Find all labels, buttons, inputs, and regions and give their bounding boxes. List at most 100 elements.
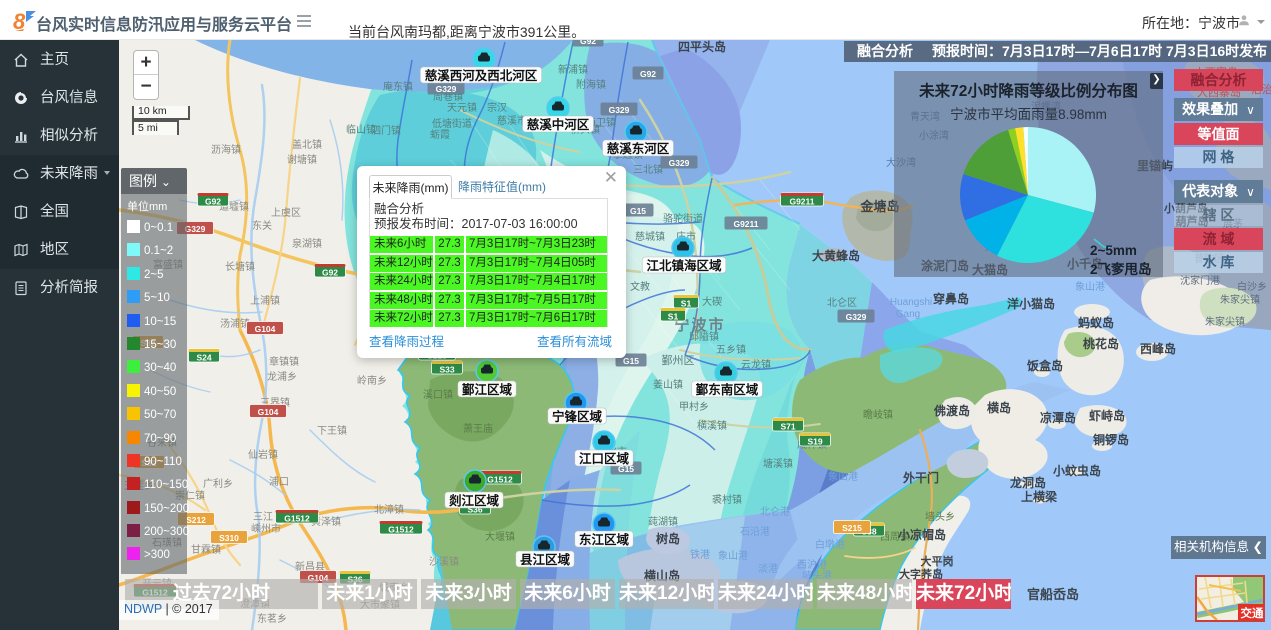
svg-text:新浦镇: 新浦镇: [558, 63, 588, 76]
svg-text:大碶: 大碶: [702, 295, 722, 308]
svg-text:G9211: G9211: [733, 219, 758, 229]
svg-text:鄞州区: 鄞州区: [662, 354, 695, 367]
svg-text:上虞区: 上虞区: [271, 206, 301, 219]
svg-text:饭盒岛: 饭盒岛: [1026, 358, 1063, 373]
svg-text:沥海镇: 沥海镇: [211, 143, 241, 156]
svg-text:四平头岛: 四平头岛: [678, 40, 726, 54]
svg-text:铁港: 铁港: [690, 548, 710, 561]
svg-text:东茗乡: 东茗乡: [257, 612, 287, 625]
svg-text:甲村乡: 甲村乡: [679, 400, 709, 413]
svg-text:淡港: 淡港: [758, 563, 778, 575]
svg-text:G329: G329: [669, 158, 690, 168]
svg-text:G15: G15: [630, 206, 646, 216]
svg-text:天元镇: 天元镇: [447, 101, 477, 114]
svg-text:G104: G104: [258, 407, 279, 417]
svg-text:S19: S19: [807, 437, 822, 447]
svg-text:S212: S212: [186, 515, 206, 525]
svg-text:嵊州市: 嵊州市: [251, 522, 281, 535]
svg-text:江口区域: 江口区域: [579, 451, 630, 466]
svg-text:朱家尖镇: 朱家尖镇: [1220, 293, 1260, 306]
svg-text:Gang: Gang: [896, 309, 920, 320]
svg-text:G329: G329: [185, 224, 206, 234]
svg-text:文教: 文教: [630, 280, 650, 293]
svg-text:G1512: G1512: [487, 475, 513, 485]
svg-text:虾峙岛: 虾峙岛: [1089, 408, 1125, 423]
svg-text:章镇镇: 章镇镇: [269, 355, 299, 368]
svg-text:G92: G92: [322, 268, 338, 278]
svg-text:石沿港: 石沿港: [740, 526, 770, 538]
svg-text:剡江区域: 剡江区域: [448, 493, 500, 508]
svg-text:蚂蚁岛: 蚂蚁岛: [1078, 315, 1114, 330]
svg-text:鄞江区域: 鄞江区域: [462, 382, 513, 397]
svg-text:龙洞岛: 龙洞岛: [1010, 475, 1046, 490]
svg-text:象山港: 象山港: [828, 471, 858, 483]
svg-text:铜锣岛: 铜锣岛: [1093, 432, 1129, 447]
svg-text:西峰岛: 西峰岛: [1140, 341, 1176, 356]
svg-text:龙浦乡: 龙浦乡: [267, 370, 297, 383]
svg-text:穿鼻岛: 穿鼻岛: [933, 291, 969, 306]
svg-text:象山港: 象山港: [1075, 281, 1105, 293]
svg-text:上横梁: 上横梁: [1021, 489, 1057, 504]
svg-text:横岛: 横岛: [987, 400, 1011, 415]
svg-text:G1512: G1512: [388, 525, 414, 535]
svg-text:低塘街道: 低塘街道: [432, 117, 472, 130]
svg-text:S24: S24: [196, 353, 211, 363]
svg-text:G92: G92: [640, 69, 656, 79]
svg-text:大黄蜂岛: 大黄蜂岛: [812, 248, 860, 263]
svg-text:三北镇: 三北镇: [633, 163, 663, 176]
svg-text:G329: G329: [846, 312, 867, 322]
svg-text:谢塘镇: 谢塘镇: [287, 153, 317, 166]
svg-text:浦口: 浦口: [269, 475, 289, 488]
svg-text:五乡镇: 五乡镇: [716, 343, 746, 356]
svg-text:横溪镇: 横溪镇: [697, 419, 727, 432]
svg-text:大堰镇: 大堰镇: [485, 530, 515, 543]
svg-text:慈溪中河区: 慈溪中河区: [527, 117, 590, 132]
svg-text:佛渡岛: 佛渡岛: [933, 403, 970, 418]
svg-text:S71: S71: [780, 422, 795, 432]
svg-text:G329: G329: [609, 105, 630, 115]
svg-text:塘溪镇: 塘溪镇: [763, 457, 793, 470]
svg-text:宗汉: 宗汉: [487, 101, 507, 114]
svg-text:江北镇海区域: 江北镇海区域: [646, 258, 722, 273]
svg-text:沈家门港: 沈家门港: [1180, 274, 1220, 287]
svg-text:裘村镇: 裘村镇: [712, 493, 742, 506]
svg-text:溪口镇: 溪口镇: [423, 388, 453, 401]
svg-text:蛎霞: 蛎霞: [430, 128, 450, 141]
svg-text:S33: S33: [439, 365, 454, 375]
svg-text:仙岩镇: 仙岩镇: [248, 448, 278, 461]
svg-text:白沙乡: 白沙乡: [1237, 280, 1267, 293]
svg-text:北漳镇: 北漳镇: [374, 503, 404, 516]
svg-text:附海镇: 附海镇: [576, 78, 606, 91]
svg-text:北仑区: 北仑区: [827, 296, 857, 309]
svg-text:姜山镇: 姜山镇: [653, 378, 683, 391]
svg-text:桃花岛: 桃花岛: [1083, 336, 1119, 351]
svg-text:三江: 三江: [253, 511, 273, 523]
svg-text:洋小猫岛: 洋小猫岛: [1007, 296, 1055, 311]
svg-text:长塘镇: 长塘镇: [225, 260, 255, 273]
svg-text:交通: 交通: [1241, 606, 1264, 620]
svg-text:汤浦镇: 汤浦镇: [220, 317, 250, 330]
svg-text:骆驼街道: 骆驼街道: [663, 212, 703, 225]
svg-text:S1: S1: [681, 299, 692, 309]
svg-text:G329: G329: [436, 84, 457, 94]
svg-text:Huangshi: Huangshi: [890, 297, 932, 308]
svg-text:慈城镇: 慈城镇: [635, 230, 665, 243]
svg-text:慈溪西河及西北河区: 慈溪西河及西北河区: [425, 68, 538, 83]
svg-text:莼湖镇: 莼湖镇: [648, 515, 678, 528]
svg-text:西沪港: 西沪港: [797, 558, 827, 571]
svg-text:小凉帽岛: 小凉帽岛: [898, 527, 946, 542]
svg-text:G15: G15: [623, 356, 639, 366]
svg-text:S215: S215: [842, 523, 862, 533]
svg-text:下王镇: 下王镇: [317, 424, 347, 437]
svg-text:甘霖镇: 甘霖镇: [191, 543, 221, 556]
svg-text:东关: 东关: [252, 219, 272, 232]
svg-text:凉潭岛: 凉潭岛: [1040, 410, 1076, 425]
svg-text:墙头乡: 墙头乡: [925, 510, 955, 523]
svg-text:瞻岐镇: 瞻岐镇: [863, 408, 893, 421]
svg-text:慈溪东河区: 慈溪东河区: [607, 141, 670, 156]
svg-text:盖北镇: 盖北镇: [292, 138, 322, 151]
svg-text:北仑港: 北仑港: [760, 505, 790, 518]
svg-text:云龙镇: 云龙镇: [741, 358, 771, 371]
svg-text:泉湖镇: 泉湖镇: [292, 237, 322, 250]
svg-text:G1512: G1512: [284, 514, 310, 524]
